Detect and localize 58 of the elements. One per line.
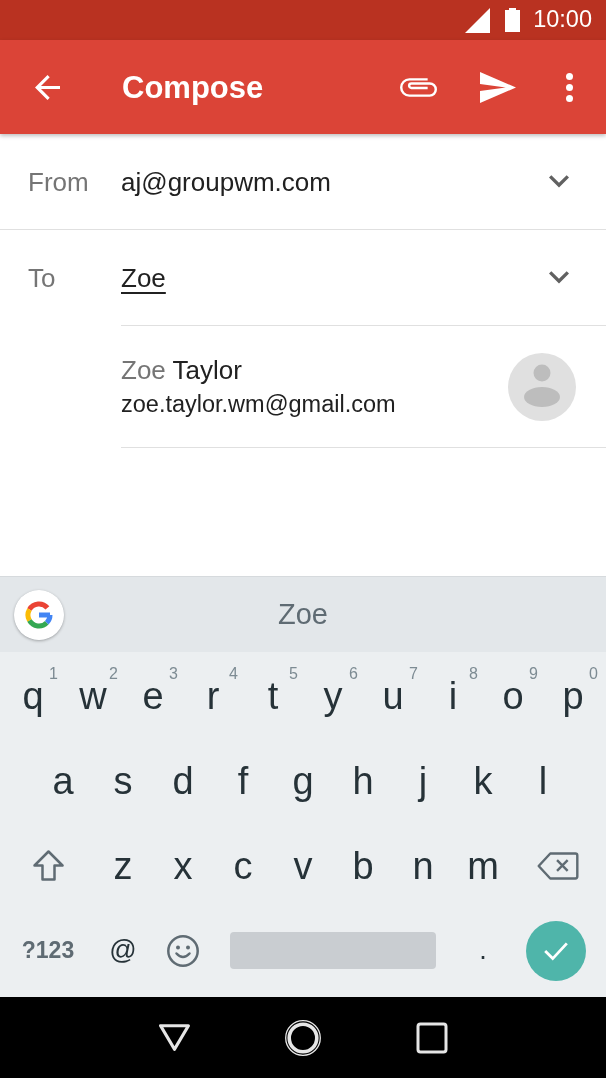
keyboard-key[interactable]: r 4 [188, 664, 238, 727]
keyboard-key[interactable]: x [158, 834, 208, 897]
key-hint: 9 [529, 665, 538, 682]
contact-email[interactable]: zoe.taylor.wm@gmail.com [121, 390, 508, 418]
nav-home-icon[interactable] [285, 1019, 321, 1056]
keyboard-key[interactable]: t 5 [248, 664, 298, 727]
key-hint: 3 [169, 665, 178, 682]
recipient-input[interactable]: Zoe [121, 262, 166, 293]
keyboard-key[interactable]: . [475, 930, 491, 971]
nav-recents-icon[interactable] [415, 1021, 448, 1054]
keyboard-key[interactable]: c [218, 834, 268, 897]
key-hint: 8 [469, 665, 478, 682]
back-arrow-icon[interactable] [35, 74, 60, 100]
shift-icon[interactable] [32, 850, 64, 881]
contact-name[interactable]: Zoe Taylor [121, 355, 508, 385]
keyboard-key[interactable]: h [338, 749, 388, 812]
check-icon [543, 940, 569, 961]
app-bar-title: Compose [122, 71, 264, 103]
nav-back-icon[interactable] [159, 1024, 190, 1051]
signal-icon [465, 7, 491, 33]
keyboard-key[interactable]: @ [105, 930, 141, 971]
from-label: From [27, 168, 90, 195]
more-options-icon[interactable] [566, 72, 573, 102]
keyboard-key[interactable]: f [218, 749, 268, 812]
keyboard-key[interactable]: l [518, 749, 568, 812]
keyboard-key[interactable]: v [278, 834, 328, 897]
battery-icon [505, 8, 521, 32]
keyboard-key[interactable]: a [38, 749, 88, 812]
avatar-icon [508, 352, 576, 421]
keyboard-key[interactable]: b [338, 834, 388, 897]
chevron-down-icon[interactable] [549, 175, 569, 188]
keyboard-key[interactable]: z [98, 834, 148, 897]
keyboard-key[interactable]: n [398, 834, 448, 897]
keyboard-key[interactable]: g [278, 749, 328, 812]
clock-time: 10:00 [533, 8, 592, 32]
word-suggestion[interactable]: Zoe [274, 600, 332, 629]
key-hint: 1 [49, 665, 58, 682]
key-hint: 2 [109, 665, 118, 682]
keyboard-key[interactable]: d [158, 749, 208, 812]
sender-address[interactable]: aj@groupwm.com [121, 168, 549, 195]
backspace-icon[interactable] [537, 851, 579, 880]
key-hint: 7 [409, 665, 418, 682]
keyboard-key[interactable]: s [98, 749, 148, 812]
keyboard-key[interactable]: j [398, 749, 448, 812]
keyboard-key[interactable]: m [458, 834, 508, 897]
keyboard-key[interactable]: k [458, 749, 508, 812]
key-hint: 4 [229, 665, 238, 682]
to-label: To [27, 264, 57, 291]
paperclip-icon[interactable] [400, 77, 437, 97]
key-hint: 0 [589, 665, 598, 682]
send-icon[interactable] [480, 71, 516, 103]
g-logo-icon[interactable] [14, 589, 64, 640]
key-hint: 6 [349, 665, 358, 682]
key-hint: 5 [289, 665, 298, 682]
symbols-key[interactable]: ?123 [19, 932, 77, 969]
smiley-icon[interactable] [167, 934, 199, 967]
chevron-down-icon[interactable] [549, 271, 569, 284]
keyboard-key[interactable]: i 8 [428, 664, 478, 727]
